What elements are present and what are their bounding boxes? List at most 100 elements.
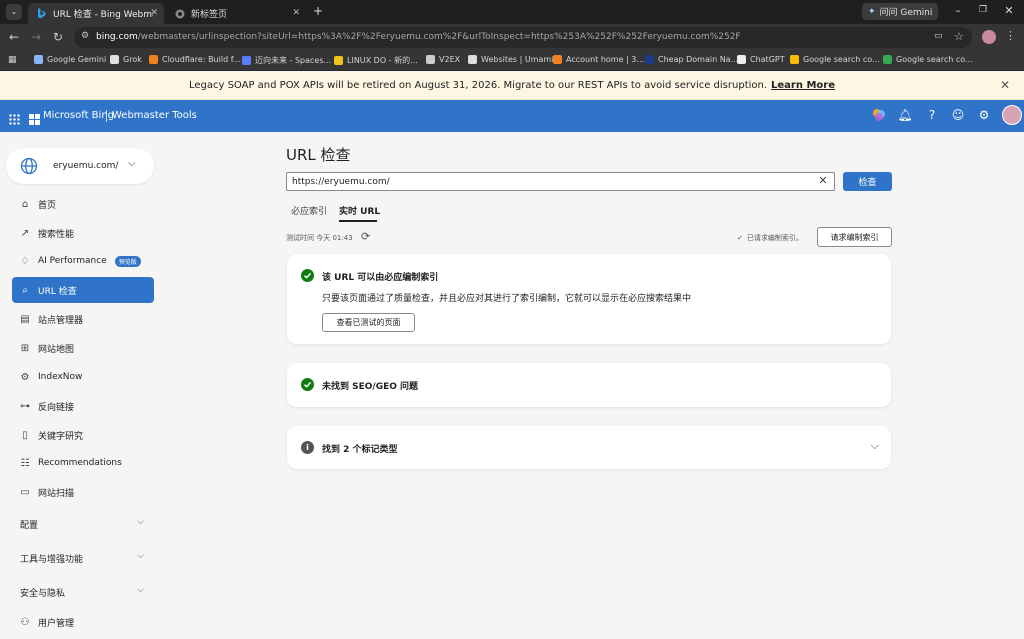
url-input[interactable]	[286, 172, 835, 191]
sidebar: eryuemu.com/ ⌵ ⌂ 首页 ↗ 搜索性能 ♢ AI Performance…	[0, 132, 164, 639]
bookmark[interactable]: LINUX DO - 新的...	[334, 55, 418, 66]
gemini-button[interactable]: ✦ 问问 Gemini	[862, 3, 939, 20]
user-icon: ⚇	[20, 616, 30, 628]
bookmark[interactable]: ChatGPT	[737, 55, 785, 64]
document-icon: ▯	[22, 429, 28, 441]
bell-icon[interactable]: 🔔︎	[897, 108, 913, 124]
bookmark[interactable]: V2EX	[426, 55, 460, 64]
view-tested-page-button[interactable]: 查看已测试的页面	[322, 313, 415, 332]
site-info-icon[interactable]: ⚙	[81, 31, 89, 41]
minimize-icon[interactable]: –	[948, 4, 968, 17]
browser-tab-active[interactable]: URL 检查 - Bing Webmaster T ✕	[28, 3, 164, 24]
close-icon[interactable]: ✕	[292, 8, 300, 18]
bookmark[interactable]: Google search co...	[883, 55, 973, 64]
tab-live-url[interactable]: 实时 URL	[339, 204, 380, 217]
address-bar[interactable]: ⚙ bing.com/webmasters/urlinspection?site…	[74, 27, 972, 48]
chevron-down-icon: ⌵	[137, 585, 144, 595]
bookmark[interactable]: Websites | Umami	[468, 55, 553, 64]
sidebar-item-home[interactable]: ⌂ 首页	[12, 191, 154, 217]
indexable-title: 该 URL 可以由必应编制索引	[322, 273, 439, 283]
bookmark-favicon-icon	[426, 55, 435, 64]
close-icon[interactable]: ✕	[1000, 78, 1010, 92]
banner-message: Legacy SOAP and POX APIs will be retired…	[188, 80, 836, 91]
bookmark-favicon-icon	[34, 55, 43, 64]
markup-types-card[interactable]: i 找到 2 个标记类型 ⌵	[287, 426, 891, 469]
settings-gear-icon[interactable]: ⚙	[976, 108, 992, 124]
checklist-icon: ☷	[20, 457, 30, 469]
bookmark-favicon-icon	[242, 56, 251, 65]
chevron-down-icon: ⌵	[137, 551, 144, 561]
preview-badge: 预览版	[114, 255, 141, 267]
header-divider	[106, 110, 107, 122]
back-arrow-icon[interactable]: ←	[6, 30, 22, 44]
window-close-icon[interactable]: ✕	[999, 4, 1019, 17]
install-app-icon[interactable]: ▭	[934, 31, 943, 41]
browser-tab-strip: ⌄ URL 检查 - Bing Webmaster T ✕ 新标签页 ✕ + ✦…	[0, 0, 1024, 24]
tab-search-button[interactable]: ⌄	[6, 4, 22, 20]
bookmark-favicon-icon	[553, 55, 562, 64]
sidebar-item-url-inspection[interactable]: ⌕ URL 检查	[12, 277, 154, 303]
sidebar-item-recommendations[interactable]: ☷ Recommendations	[12, 450, 154, 476]
refresh-icon[interactable]: ⟳	[361, 230, 370, 243]
sitemap-icon: ⊞	[20, 342, 30, 354]
page-title: URL 检查	[286, 146, 351, 164]
chevron-down-icon[interactable]: ⌵	[871, 439, 879, 453]
close-icon[interactable]: ✕	[150, 8, 158, 18]
sidebar-group-security[interactable]: 安全与隐私 ⌵	[12, 580, 154, 604]
gemini-button-label: 问问 Gemini	[879, 8, 933, 18]
browser-toolbar: ← → ↻ ⚙ bing.com/webmasters/urlinspectio…	[0, 24, 1024, 51]
site-name: eryuemu.com/	[53, 161, 119, 171]
bookmark-favicon-icon	[468, 55, 477, 64]
profile-avatar[interactable]	[982, 30, 996, 44]
inspect-button[interactable]: 检查	[843, 172, 892, 191]
sidebar-group-configuration[interactable]: 配置 ⌵	[12, 512, 154, 536]
sidebar-item-backlinks[interactable]: ⊶ 反向链接	[12, 393, 154, 419]
sidebar-item-ai-performance[interactable]: ♢ AI Performance 预览版	[12, 248, 154, 274]
bookmark[interactable]: Cheap Domain Na...	[645, 55, 738, 64]
new-tab-button[interactable]: +	[313, 4, 323, 18]
chrome-menu-icon[interactable]: ⋮	[1005, 29, 1016, 42]
copilot-icon[interactable]	[871, 108, 887, 124]
clear-input-icon[interactable]: ✕	[815, 174, 831, 187]
bookmark[interactable]: Google Gemini	[34, 55, 106, 64]
sidebar-item-site-explorer[interactable]: ▤ 站点管理器	[12, 306, 154, 332]
bookmark[interactable]: 迈向未来 - Spaces...	[242, 55, 331, 66]
learn-more-link[interactable]: Learn More	[771, 80, 835, 91]
sidebar-item-indexnow[interactable]: ⚙ IndexNow	[12, 364, 154, 390]
browser-tab-newtab[interactable]: 新标签页 ✕	[166, 3, 306, 24]
check-icon: ✓	[737, 234, 743, 242]
sidebar-group-tools[interactable]: 工具与增强功能 ⌵	[12, 546, 154, 570]
tab-bing-index[interactable]: 必应索引	[291, 204, 327, 217]
bookmark[interactable]: Grok	[110, 55, 142, 64]
bookmark[interactable]: Account home | 3...	[553, 55, 644, 64]
product-name: Webmaster Tools	[112, 110, 197, 121]
app-launcher-icon[interactable]	[9, 110, 20, 129]
sidebar-item-sitemaps[interactable]: ⊞ 网站地图	[12, 335, 154, 361]
sidebar-item-search-performance[interactable]: ↗ 搜索性能	[12, 220, 154, 246]
markup-types-title: 找到 2 个标记类型	[322, 445, 398, 455]
bookmarks-bar: ▦ Google Gemini Grok Cloudflare: Build f…	[0, 51, 1024, 71]
apps-grid-icon[interactable]: ▦	[8, 55, 17, 65]
indexable-description: 只要该页面通过了质量检查，并且必应对其进行了索引编制，它就可以显示在必应搜索结果…	[322, 294, 692, 304]
user-avatar[interactable]	[1002, 105, 1022, 125]
bookmark[interactable]: Google search co...	[790, 55, 880, 64]
site-selector[interactable]: eryuemu.com/ ⌵	[6, 148, 154, 184]
reload-icon[interactable]: ↻	[50, 30, 66, 44]
bookmark-star-icon[interactable]: ☆	[954, 30, 964, 43]
sidebar-item-keyword-research[interactable]: ▯ 关键字研究	[12, 422, 154, 448]
gear-icon: ⚙	[20, 371, 30, 383]
bookmark-favicon-icon	[334, 56, 343, 65]
bookmark[interactable]: Cloudflare: Build f...	[149, 55, 241, 64]
bulb-icon: ♢	[20, 255, 30, 267]
sidebar-item-site-scan[interactable]: ▭ 网站扫描	[12, 479, 154, 505]
help-icon[interactable]: ?	[924, 108, 940, 124]
request-indexing-button[interactable]: 请求编制索引	[817, 227, 892, 247]
restore-icon[interactable]: ❐	[973, 5, 993, 15]
bing-favicon-icon	[36, 8, 47, 19]
search-icon: ⌕	[22, 284, 28, 296]
sidebar-item-user-management[interactable]: ⚇ 用户管理	[12, 609, 154, 635]
seo-issues-card: 未找到 SEO/GEO 问题	[287, 363, 891, 407]
feedback-smiley-icon[interactable]: ☺	[950, 108, 966, 124]
forward-arrow-icon[interactable]: →	[28, 30, 44, 44]
info-icon: i	[301, 441, 314, 454]
